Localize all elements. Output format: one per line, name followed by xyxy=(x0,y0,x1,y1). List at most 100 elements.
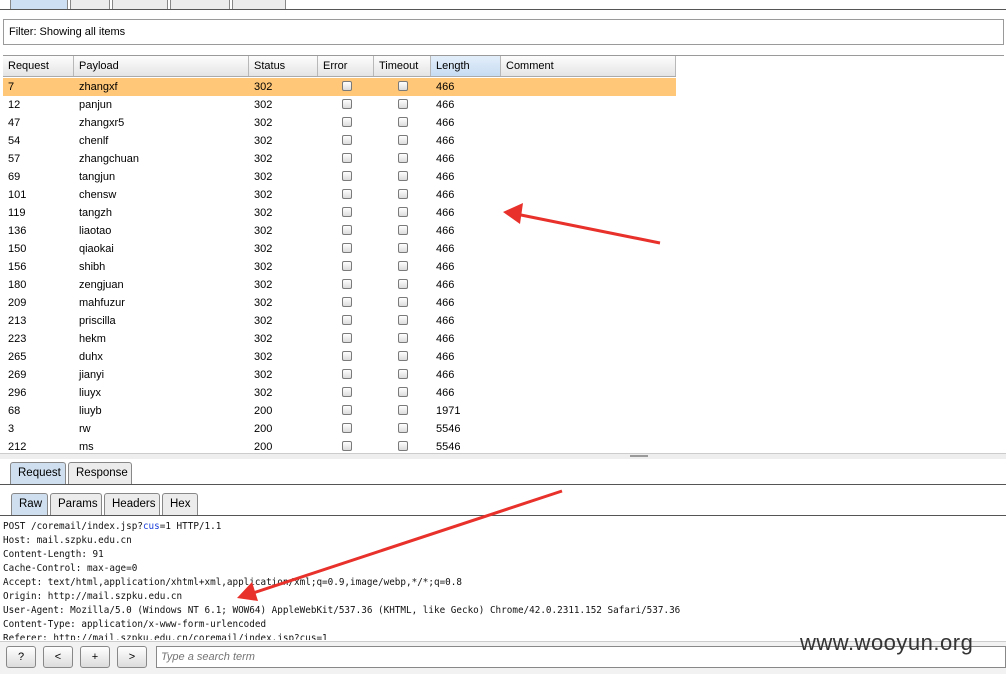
cell-length: 466 xyxy=(436,243,455,255)
request-header-line: Host: mail.szpku.edu.cn xyxy=(3,535,132,546)
error-checkbox[interactable] xyxy=(342,441,352,451)
table-row[interactable]: 69 tangjun 302 466 xyxy=(3,168,676,186)
table-row[interactable]: 7 zhangxf 302 466 xyxy=(3,78,676,96)
error-checkbox[interactable] xyxy=(342,333,352,343)
timeout-checkbox[interactable] xyxy=(398,225,408,235)
timeout-checkbox[interactable] xyxy=(398,81,408,91)
timeout-checkbox[interactable] xyxy=(398,117,408,127)
request-header-line: User-Agent: Mozilla/5.0 (Windows NT 6.1;… xyxy=(3,605,681,616)
error-checkbox[interactable] xyxy=(342,423,352,433)
error-checkbox[interactable] xyxy=(342,81,352,91)
cell-request: 136 xyxy=(8,225,27,237)
timeout-checkbox[interactable] xyxy=(398,405,408,415)
error-checkbox[interactable] xyxy=(342,387,352,397)
add-button[interactable]: + xyxy=(80,646,110,668)
error-checkbox[interactable] xyxy=(342,315,352,325)
table-row[interactable]: 57 zhangchuan 302 466 xyxy=(3,150,676,168)
table-row[interactable]: 12 panjun 302 466 xyxy=(3,96,676,114)
tab-response[interactable]: Response xyxy=(68,462,132,484)
timeout-checkbox[interactable] xyxy=(398,207,408,217)
table-row[interactable]: 212 ms 200 5546 xyxy=(3,438,676,454)
table-row[interactable]: 223 hekm 302 466 xyxy=(3,330,676,348)
error-checkbox[interactable] xyxy=(342,135,352,145)
results-table[interactable]: Request Payload Status Error Timeout Length Co… xyxy=(3,55,1004,454)
help-button[interactable]: ? xyxy=(6,646,36,668)
tab-request[interactable]: Request xyxy=(10,462,66,484)
timeout-checkbox[interactable] xyxy=(398,441,408,451)
column-header-request[interactable]: Request xyxy=(3,56,74,76)
cell-status: 302 xyxy=(254,99,273,111)
table-row[interactable]: 269 jianyi 302 466 xyxy=(3,366,676,384)
timeout-checkbox[interactable] xyxy=(398,171,408,181)
error-checkbox[interactable] xyxy=(342,369,352,379)
timeout-checkbox[interactable] xyxy=(398,153,408,163)
table-row[interactable]: 54 chenlf 302 466 xyxy=(3,132,676,150)
table-row[interactable]: 3 rw 200 5546 xyxy=(3,420,676,438)
timeout-checkbox[interactable] xyxy=(398,135,408,145)
error-checkbox[interactable] xyxy=(342,297,352,307)
timeout-checkbox[interactable] xyxy=(398,387,408,397)
table-row[interactable]: 209 mahfuzur 302 466 xyxy=(3,294,676,312)
filter-bar[interactable]: Filter: Showing all items xyxy=(3,19,1004,45)
timeout-checkbox[interactable] xyxy=(398,243,408,253)
column-header-error[interactable]: Error xyxy=(318,56,374,76)
table-row[interactable]: 119 tangzh 302 466 xyxy=(3,204,676,222)
table-row[interactable]: 156 shibh 302 466 xyxy=(3,258,676,276)
error-checkbox[interactable] xyxy=(342,153,352,163)
tab-params[interactable]: Params xyxy=(50,493,102,515)
table-row[interactable]: 136 liaotao 302 466 xyxy=(3,222,676,240)
cell-request: 69 xyxy=(8,171,21,183)
cell-status: 302 xyxy=(254,207,273,219)
pane-splitter[interactable] xyxy=(0,453,1006,459)
error-checkbox[interactable] xyxy=(342,117,352,127)
error-checkbox[interactable] xyxy=(342,279,352,289)
splitter-grip-icon[interactable] xyxy=(630,455,648,457)
timeout-checkbox[interactable] xyxy=(398,369,408,379)
tab-raw[interactable]: Raw xyxy=(11,493,48,515)
next-button[interactable]: > xyxy=(117,646,147,668)
timeout-checkbox[interactable] xyxy=(398,99,408,109)
cell-payload: ms xyxy=(79,441,94,453)
timeout-checkbox[interactable] xyxy=(398,333,408,343)
table-row[interactable]: 213 priscilla 302 466 xyxy=(3,312,676,330)
cell-payload: panjun xyxy=(79,99,113,111)
tab-hex[interactable]: Hex xyxy=(162,493,198,515)
table-row[interactable]: 150 qiaokai 302 466 xyxy=(3,240,676,258)
table-row[interactable]: 68 liuyb 200 1971 xyxy=(3,402,676,420)
error-checkbox[interactable] xyxy=(342,207,352,217)
table-row[interactable]: 180 zengjuan 302 466 xyxy=(3,276,676,294)
tab-positions[interactable] xyxy=(112,0,168,9)
tab-target[interactable] xyxy=(70,0,110,9)
timeout-checkbox[interactable] xyxy=(398,261,408,271)
column-header-comment[interactable]: Comment xyxy=(501,56,676,76)
error-checkbox[interactable] xyxy=(342,405,352,415)
error-checkbox[interactable] xyxy=(342,99,352,109)
error-checkbox[interactable] xyxy=(342,261,352,271)
column-header-timeout[interactable]: Timeout xyxy=(374,56,431,76)
tab-options[interactable] xyxy=(232,0,286,9)
tab-headers[interactable]: Headers xyxy=(104,493,160,515)
column-header-status[interactable]: Status xyxy=(249,56,318,76)
timeout-checkbox[interactable] xyxy=(398,351,408,361)
column-header-payload[interactable]: Payload xyxy=(74,56,249,76)
cell-status: 302 xyxy=(254,225,273,237)
error-checkbox[interactable] xyxy=(342,171,352,181)
raw-request-editor[interactable]: POST /coremail/index.jsp?cus=1 HTTP/1.1 … xyxy=(0,520,1006,640)
timeout-checkbox[interactable] xyxy=(398,423,408,433)
table-row[interactable]: 296 liuyx 302 466 xyxy=(3,384,676,402)
timeout-checkbox[interactable] xyxy=(398,315,408,325)
table-row[interactable]: 47 zhangxr5 302 466 xyxy=(3,114,676,132)
tab-results[interactable] xyxy=(10,0,68,9)
tab-payloads[interactable] xyxy=(170,0,230,9)
error-checkbox[interactable] xyxy=(342,243,352,253)
timeout-checkbox[interactable] xyxy=(398,189,408,199)
previous-button[interactable]: < xyxy=(43,646,73,668)
column-header-length[interactable]: Length xyxy=(431,56,501,76)
table-row[interactable]: 265 duhx 302 466 xyxy=(3,348,676,366)
error-checkbox[interactable] xyxy=(342,351,352,361)
timeout-checkbox[interactable] xyxy=(398,279,408,289)
error-checkbox[interactable] xyxy=(342,225,352,235)
table-row[interactable]: 101 chensw 302 466 xyxy=(3,186,676,204)
error-checkbox[interactable] xyxy=(342,189,352,199)
timeout-checkbox[interactable] xyxy=(398,297,408,307)
